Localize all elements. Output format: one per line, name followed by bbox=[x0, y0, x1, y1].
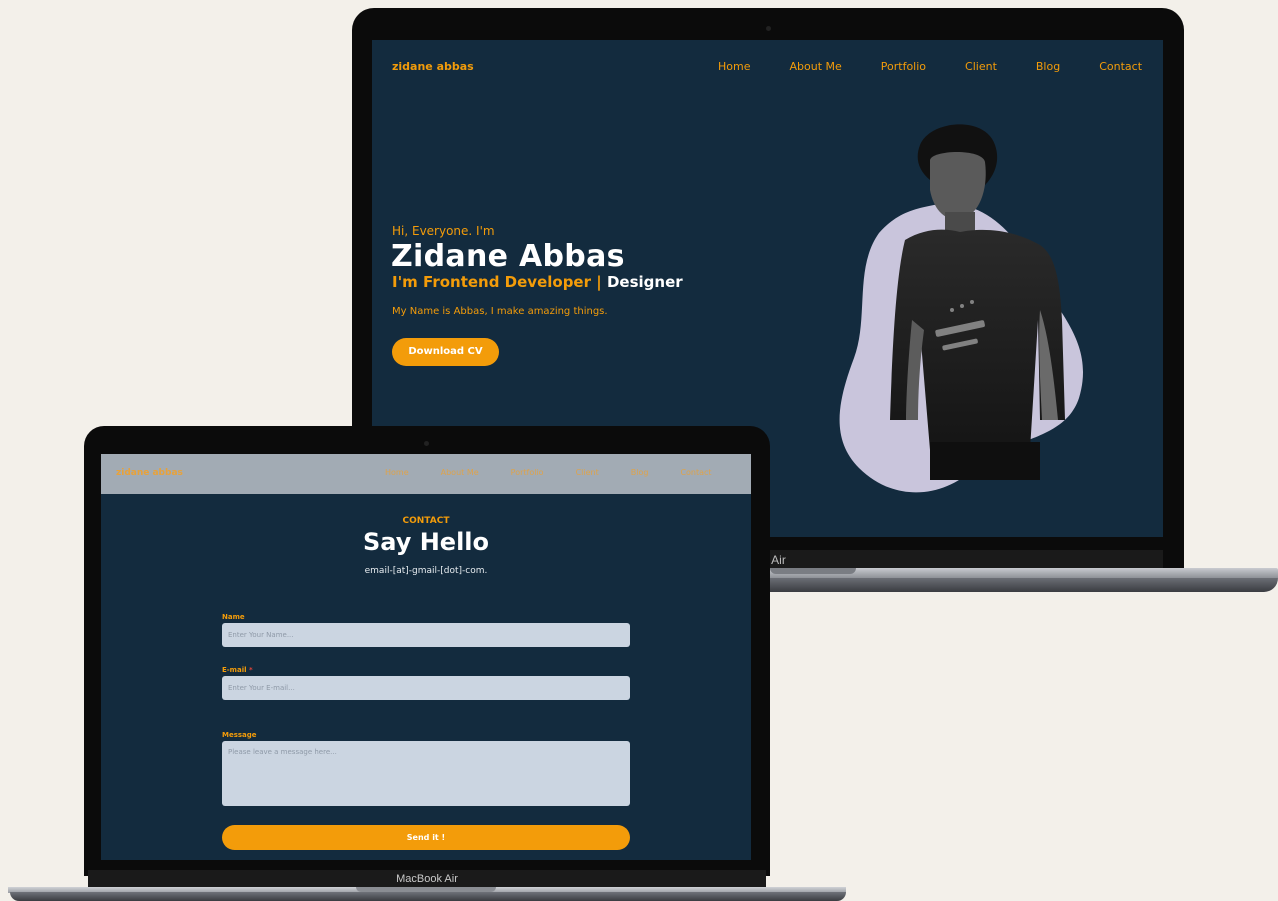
nav-blog[interactable]: Blog bbox=[631, 468, 649, 477]
nav-about[interactable]: About Me bbox=[441, 468, 479, 477]
contact-email: email-[at]-gmail-[dot]-com. bbox=[364, 566, 488, 576]
send-button[interactable]: Send it ! bbox=[222, 825, 630, 850]
nav-blog[interactable]: Blog bbox=[1036, 60, 1060, 73]
hero-role: I'm Frontend Developer | Designer bbox=[392, 273, 683, 291]
email-label: E-mail * bbox=[222, 666, 253, 674]
message-label: Message bbox=[222, 731, 257, 739]
hero-greeting: Hi, Everyone. I'm bbox=[392, 224, 495, 238]
name-input[interactable]: Enter Your Name... bbox=[222, 623, 630, 647]
profile-photo bbox=[890, 124, 1065, 480]
nav-about[interactable]: About Me bbox=[789, 60, 841, 73]
download-cv-button[interactable]: Download CV bbox=[392, 338, 499, 366]
nav-home[interactable]: Home bbox=[718, 60, 750, 73]
laptop-back-notch bbox=[770, 568, 856, 574]
contact-screen: zidane abbas Home About Me Portfolio Cli… bbox=[101, 454, 751, 860]
nav-home[interactable]: Home bbox=[385, 468, 409, 477]
email-label-text: E-mail bbox=[222, 666, 247, 674]
nav-contact[interactable]: Contact bbox=[680, 468, 711, 477]
main-nav: Home About Me Portfolio Client Blog Cont… bbox=[385, 468, 712, 477]
section-title: Say Hello bbox=[362, 528, 490, 556]
nav-portfolio[interactable]: Portfolio bbox=[511, 468, 544, 477]
message-textarea[interactable]: Please leave a message here... bbox=[222, 741, 630, 806]
role-highlight: Designer bbox=[606, 273, 683, 291]
role-prefix: I'm Frontend Developer | bbox=[392, 273, 602, 291]
main-nav: Home About Me Portfolio Client Blog Cont… bbox=[718, 60, 1142, 73]
webcam-icon bbox=[766, 26, 771, 31]
webcam-icon bbox=[424, 441, 429, 446]
nav-client[interactable]: Client bbox=[965, 60, 997, 73]
site-logo[interactable]: zidane abbas bbox=[116, 468, 183, 478]
nav-client[interactable]: Client bbox=[576, 468, 599, 477]
hero-name: Zidane Abbas bbox=[391, 239, 625, 274]
name-label: Name bbox=[222, 613, 245, 621]
nav-portfolio[interactable]: Portfolio bbox=[881, 60, 926, 73]
laptop-front-base-shadow bbox=[10, 892, 846, 901]
hero-description: My Name is Abbas, I make amazing things. bbox=[392, 306, 608, 317]
nav-contact[interactable]: Contact bbox=[1099, 60, 1142, 73]
contact-nav-bar: zidane abbas Home About Me Portfolio Cli… bbox=[101, 454, 751, 494]
section-kicker: CONTACT bbox=[402, 516, 450, 526]
required-marker: * bbox=[248, 666, 253, 674]
laptop-front-notch bbox=[356, 887, 496, 892]
email-input[interactable]: Enter Your E-mail... bbox=[222, 676, 630, 700]
site-logo[interactable]: zidane abbas bbox=[392, 60, 474, 73]
